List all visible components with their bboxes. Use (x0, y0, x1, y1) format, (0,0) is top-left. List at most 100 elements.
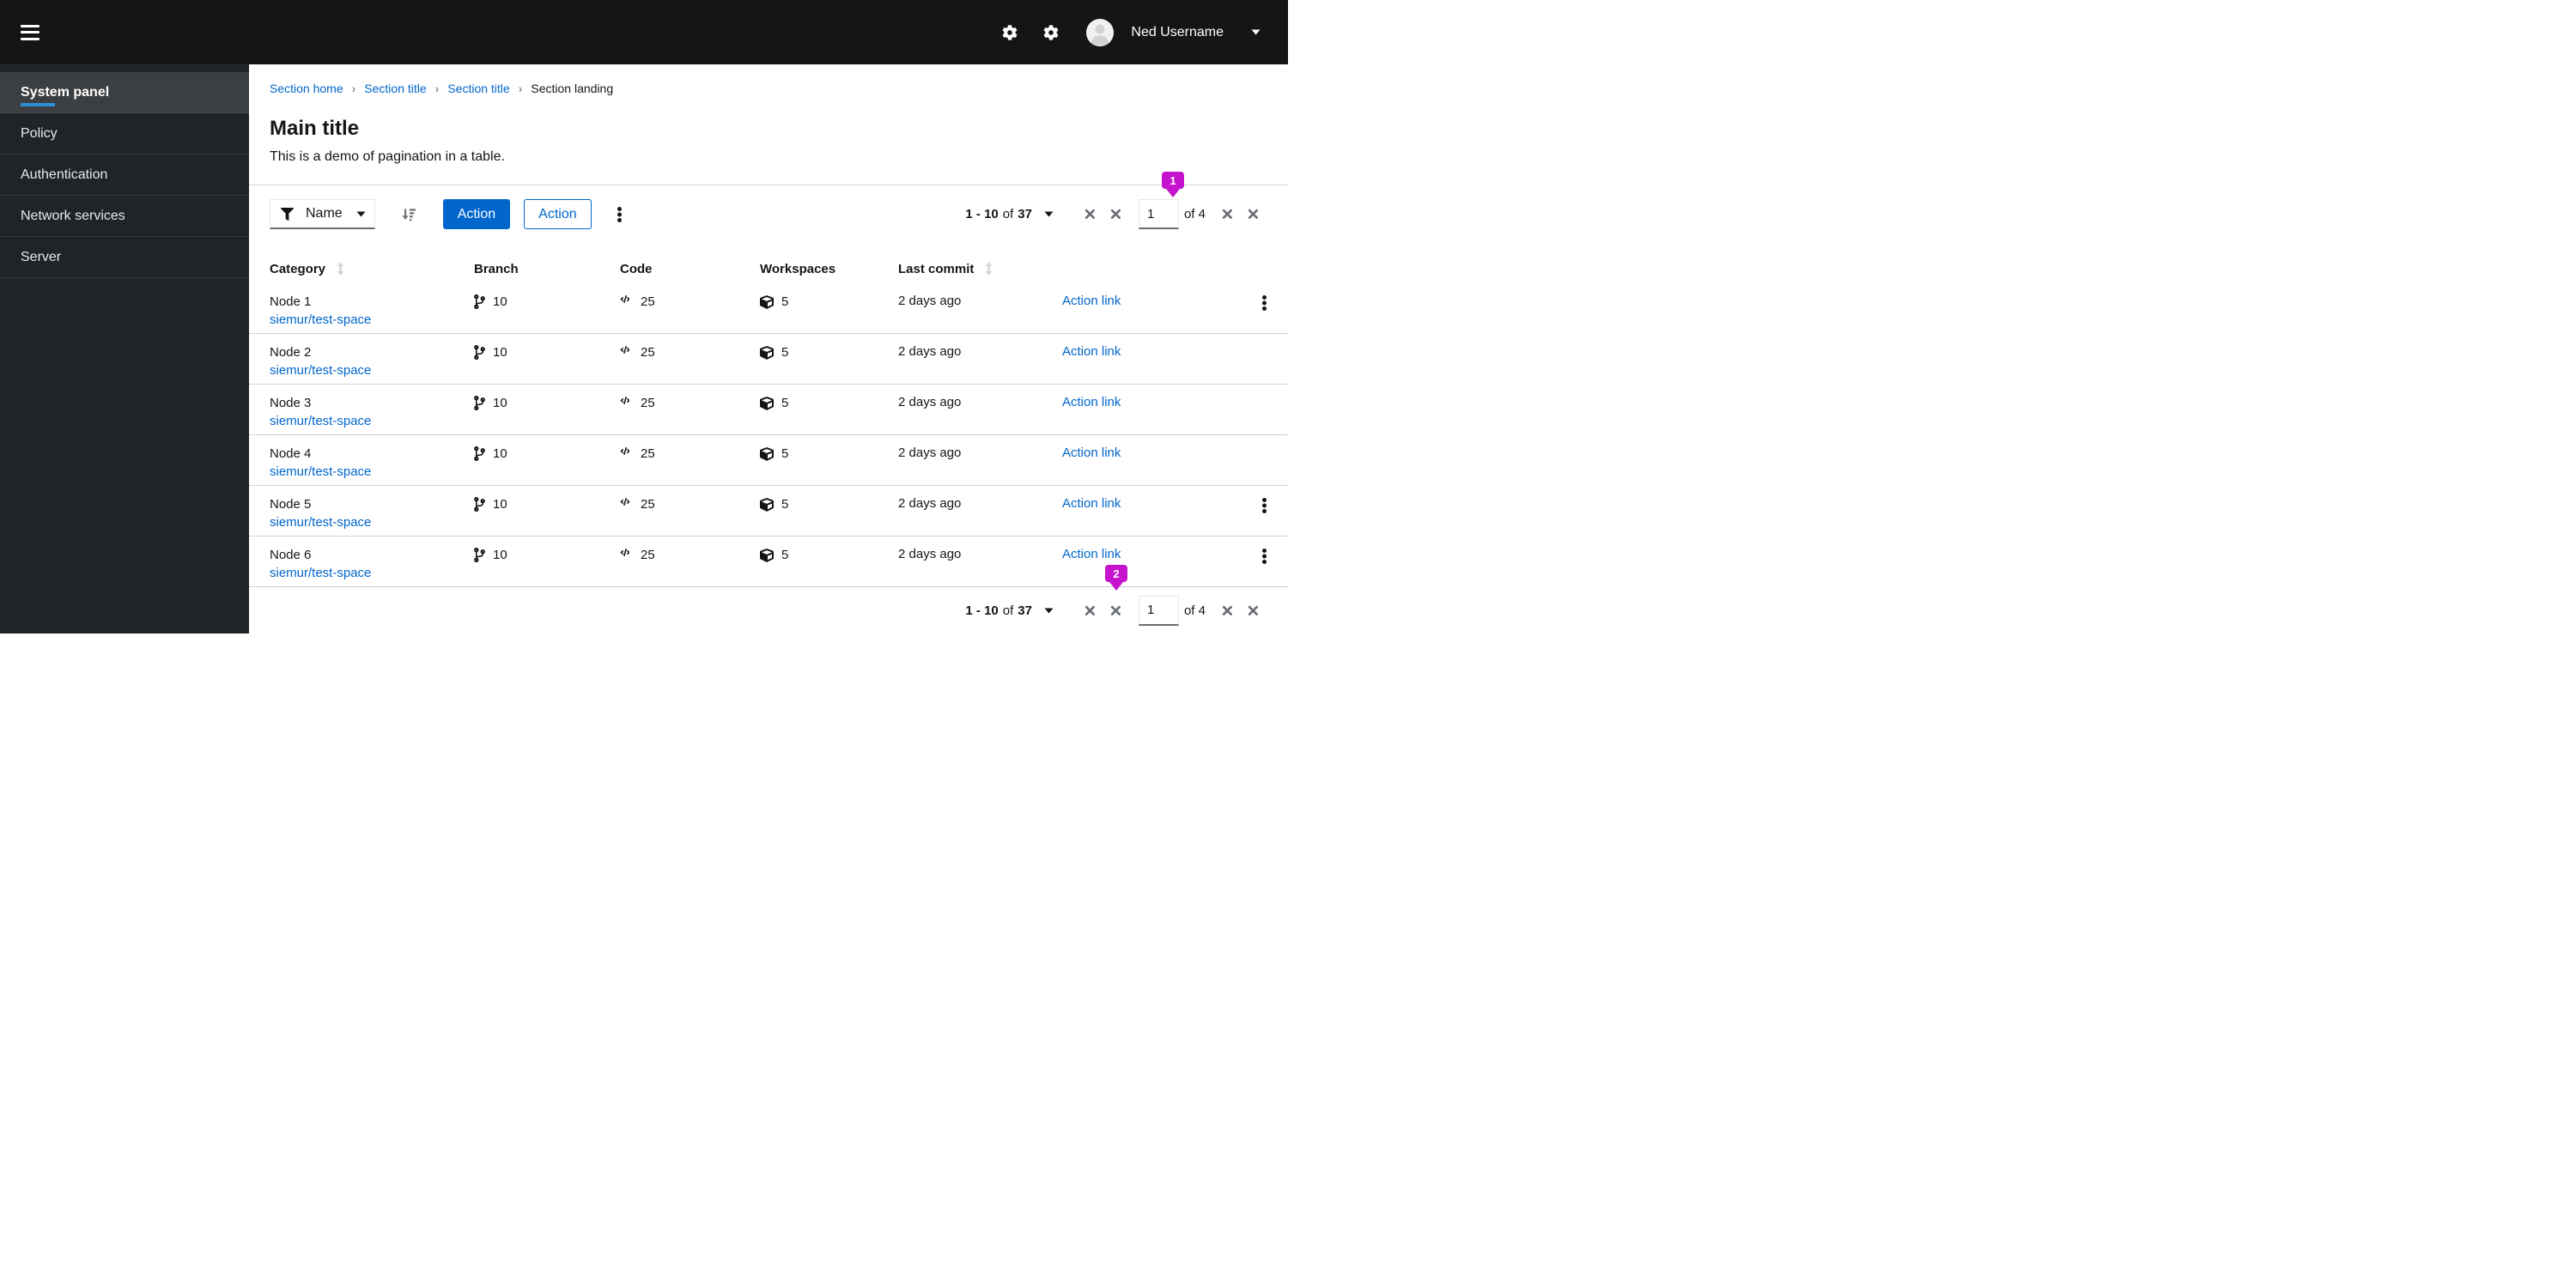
space-link[interactable]: siemur/test-space (270, 566, 371, 580)
workspaces-cell: 5 (760, 486, 898, 536)
cube-icon (760, 345, 774, 360)
last-commit-value: 2 days ago (898, 446, 962, 460)
space-link[interactable]: siemur/test-space (270, 363, 371, 378)
sidebar-item-policy[interactable]: Policy (0, 113, 249, 155)
table-row: Node 4 siemur/test-space 10 25 5 2 days … (249, 435, 1288, 486)
row-action-link[interactable]: Action link (1062, 547, 1121, 561)
sidebar-nav: System panel Policy Authentication Netwo… (0, 64, 249, 634)
sidebar-item-authentication[interactable]: Authentication (0, 155, 249, 196)
code-cell: 25 (620, 283, 760, 333)
pagination-nav: of 4 (1083, 199, 1261, 229)
pagination-menu-toggle[interactable]: 1 - 10 of 37 (965, 207, 1054, 221)
space-link[interactable]: siemur/test-space (270, 312, 371, 327)
last-page-button[interactable] (1246, 603, 1261, 618)
branch-count: 10 (493, 497, 507, 512)
secondary-action-button[interactable]: Action (524, 199, 592, 229)
caret-down-icon (1044, 608, 1054, 614)
column-header-category[interactable]: Category (249, 254, 474, 283)
sidebar-item-label: Server (21, 249, 62, 264)
previous-page-button[interactable] (1109, 603, 1123, 618)
row-action-link[interactable]: Action link (1062, 344, 1121, 359)
next-page-button[interactable] (1220, 207, 1235, 221)
branch-cell: 10 (474, 435, 620, 485)
code-branch-icon (474, 396, 485, 410)
cube-icon (760, 548, 774, 562)
row-action-link[interactable]: Action link (1062, 395, 1121, 409)
breadcrumb-link[interactable]: Section title (364, 81, 426, 96)
space-link[interactable]: siemur/test-space (270, 464, 371, 479)
kebab-icon (617, 206, 622, 222)
workspaces-count: 5 (781, 548, 789, 562)
row-kebab-cell (1259, 283, 1288, 333)
action-cell: Action link (1062, 537, 1259, 586)
last-commit-cell: 2 days ago (898, 283, 1062, 333)
user-menu[interactable]: Ned Username (1086, 18, 1261, 46)
code-cell: 25 (620, 334, 760, 384)
close-x-icon (1222, 209, 1232, 219)
nav-toggle-button[interactable] (21, 24, 39, 40)
code-icon (620, 498, 629, 506)
column-header-last-commit[interactable]: Last commit (898, 254, 1062, 283)
table-row: Node 5 siemur/test-space 10 25 5 2 days … (249, 486, 1288, 537)
column-header-workspaces: Workspaces (760, 254, 898, 283)
current-page-input[interactable] (1138, 199, 1179, 229)
space-link[interactable]: siemur/test-space (270, 515, 371, 530)
pagination-menu-toggle[interactable]: 1 - 10 of 37 (965, 603, 1054, 618)
workspaces-cell: 5 (760, 283, 898, 333)
row-kebab-button[interactable] (1259, 292, 1270, 314)
code-branch-icon (474, 345, 485, 360)
last-commit-cell: 2 days ago (898, 385, 1062, 434)
first-page-button[interactable] (1083, 207, 1097, 221)
table-toolbar: Name Action Action 1 - 10 of 37 1 of 4 (249, 185, 1288, 254)
application-window: Ned Username System panel Policy Authent… (0, 0, 1288, 634)
settings-button[interactable] (1002, 24, 1018, 40)
row-kebab-button[interactable] (1259, 494, 1270, 517)
sidebar-item-server[interactable]: Server (0, 237, 249, 278)
table-body: Node 1 siemur/test-space 10 25 5 2 days … (249, 283, 1288, 587)
data-table: Category Branch Code Workspaces Last com… (249, 254, 1288, 587)
arrows-vertical-icon[interactable] (985, 262, 993, 276)
filter-attribute-select[interactable]: Name (270, 199, 375, 229)
caret-down-icon (1044, 211, 1054, 217)
pagination-of-word: of (1002, 603, 1014, 618)
first-page-button[interactable] (1083, 603, 1097, 618)
settings-button-2[interactable] (1043, 24, 1059, 40)
branch-count: 10 (493, 345, 507, 360)
gear-icon (1003, 24, 1018, 40)
next-page-button[interactable] (1220, 603, 1235, 618)
sort-button[interactable] (401, 208, 416, 221)
previous-page-button[interactable] (1109, 207, 1123, 221)
code-branch-icon (474, 446, 485, 461)
close-x-icon (1248, 605, 1258, 615)
space-link[interactable]: siemur/test-space (270, 414, 371, 428)
row-kebab-button[interactable] (1259, 545, 1270, 567)
table-row: Node 3 siemur/test-space 10 25 5 2 days … (249, 385, 1288, 435)
node-name: Node 4 (270, 446, 312, 461)
sidebar-item-system-panel[interactable]: System panel (0, 72, 249, 113)
last-commit-value: 2 days ago (898, 294, 962, 308)
sidebar-item-network-services[interactable]: Network services (0, 196, 249, 237)
arrows-vertical-icon[interactable] (337, 262, 344, 276)
node-name: Node 5 (270, 497, 312, 512)
node-name: Node 3 (270, 396, 312, 410)
primary-action-button[interactable]: Action (442, 199, 511, 229)
category-cell: Node 3 siemur/test-space (249, 385, 474, 434)
row-action-link[interactable]: Action link (1062, 446, 1121, 460)
last-commit-value: 2 days ago (898, 547, 962, 561)
current-page-input[interactable] (1138, 595, 1179, 626)
action-cell: Action link (1062, 334, 1259, 384)
row-action-link[interactable]: Action link (1062, 496, 1121, 511)
last-page-button[interactable] (1246, 207, 1261, 221)
row-action-link[interactable]: Action link (1062, 294, 1121, 308)
workspaces-count: 5 (781, 446, 789, 461)
code-count: 25 (641, 446, 655, 461)
pagination-range: 1 - 10 (965, 207, 999, 221)
breadcrumb-link[interactable]: Section title (447, 81, 509, 96)
last-commit-cell: 2 days ago (898, 537, 1062, 586)
branch-cell: 10 (474, 385, 620, 434)
username-label: Ned Username (1131, 24, 1224, 39)
toolbar-kebab-button[interactable] (614, 203, 625, 226)
breadcrumb-link[interactable]: Section home (270, 81, 343, 96)
cube-icon (760, 294, 774, 309)
sidebar-item-label: Authentication (21, 167, 108, 182)
